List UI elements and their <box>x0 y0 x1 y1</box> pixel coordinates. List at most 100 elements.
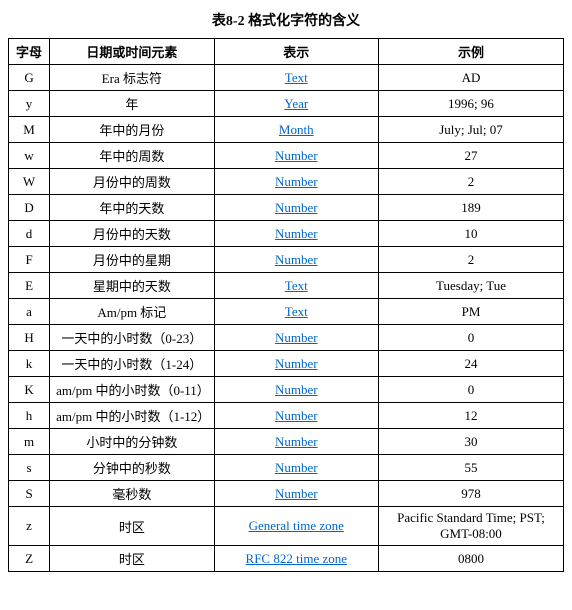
table-row: W月份中的周数Number2 <box>9 169 564 195</box>
cell-example: July; Jul; 07 <box>378 117 563 143</box>
cell-represent[interactable]: RFC 822 time zone <box>214 546 378 572</box>
cell-represent[interactable]: Month <box>214 117 378 143</box>
cell-example: 189 <box>378 195 563 221</box>
table-row: GEra 标志符TextAD <box>9 65 564 91</box>
cell-example: PM <box>378 299 563 325</box>
cell-element: Era 标志符 <box>50 65 214 91</box>
cell-represent[interactable]: Number <box>214 195 378 221</box>
cell-represent[interactable]: Number <box>214 403 378 429</box>
cell-element: 年 <box>50 91 214 117</box>
page-title: 表8-2 格式化字符的含义 <box>8 10 564 30</box>
cell-letter: E <box>9 273 50 299</box>
cell-example: 2 <box>378 169 563 195</box>
table-row: D年中的天数Number189 <box>9 195 564 221</box>
table-row: y年Year1996; 96 <box>9 91 564 117</box>
cell-letter: m <box>9 429 50 455</box>
cell-letter: z <box>9 507 50 546</box>
cell-example: AD <box>378 65 563 91</box>
cell-element: 小时中的分钟数 <box>50 429 214 455</box>
cell-element: 年中的天数 <box>50 195 214 221</box>
table-row: w年中的周数Number27 <box>9 143 564 169</box>
cell-element: 年中的周数 <box>50 143 214 169</box>
cell-letter: w <box>9 143 50 169</box>
cell-example: 1996; 96 <box>378 91 563 117</box>
cell-element: 时区 <box>50 507 214 546</box>
table-row: F月份中的星期Number2 <box>9 247 564 273</box>
cell-represent[interactable]: Number <box>214 143 378 169</box>
header-letter: 字母 <box>9 39 50 65</box>
cell-letter: D <box>9 195 50 221</box>
cell-example: 27 <box>378 143 563 169</box>
format-table: 字母 日期或时间元素 表示 示例 GEra 标志符TextADy年Year199… <box>8 38 564 572</box>
table-row: m小时中的分钟数Number30 <box>9 429 564 455</box>
cell-letter: d <box>9 221 50 247</box>
cell-letter: F <box>9 247 50 273</box>
cell-letter: h <box>9 403 50 429</box>
cell-example: 12 <box>378 403 563 429</box>
cell-letter: K <box>9 377 50 403</box>
table-header-row: 字母 日期或时间元素 表示 示例 <box>9 39 564 65</box>
table-row: H一天中的小时数（0-23）Number0 <box>9 325 564 351</box>
header-example: 示例 <box>378 39 563 65</box>
cell-example: 0 <box>378 377 563 403</box>
cell-element: Am/pm 标记 <box>50 299 214 325</box>
cell-letter: G <box>9 65 50 91</box>
table-row: Kam/pm 中的小时数（0-11）Number0 <box>9 377 564 403</box>
cell-letter: a <box>9 299 50 325</box>
cell-letter: M <box>9 117 50 143</box>
cell-example: 24 <box>378 351 563 377</box>
cell-represent[interactable]: Number <box>214 455 378 481</box>
cell-represent[interactable]: Number <box>214 351 378 377</box>
header-represent: 表示 <box>214 39 378 65</box>
header-element: 日期或时间元素 <box>50 39 214 65</box>
cell-letter: y <box>9 91 50 117</box>
cell-represent[interactable]: Number <box>214 481 378 507</box>
cell-example: Tuesday; Tue <box>378 273 563 299</box>
cell-letter: k <box>9 351 50 377</box>
cell-represent[interactable]: Number <box>214 325 378 351</box>
cell-element: 月份中的星期 <box>50 247 214 273</box>
cell-example: Pacific Standard Time; PST; GMT-08:00 <box>378 507 563 546</box>
cell-element: 一天中的小时数（0-23） <box>50 325 214 351</box>
cell-element: 一天中的小时数（1-24） <box>50 351 214 377</box>
table-row: aAm/pm 标记TextPM <box>9 299 564 325</box>
cell-represent[interactable]: Number <box>214 429 378 455</box>
cell-element: 毫秒数 <box>50 481 214 507</box>
table-row: k一天中的小时数（1-24）Number24 <box>9 351 564 377</box>
cell-represent[interactable]: Number <box>214 377 378 403</box>
cell-example: 10 <box>378 221 563 247</box>
cell-example: 2 <box>378 247 563 273</box>
table-row: Z时区RFC 822 time zone0800 <box>9 546 564 572</box>
cell-element: 月份中的天数 <box>50 221 214 247</box>
table-row: z时区General time zonePacific Standard Tim… <box>9 507 564 546</box>
table-row: M年中的月份MonthJuly; Jul; 07 <box>9 117 564 143</box>
table-row: S毫秒数Number978 <box>9 481 564 507</box>
cell-represent[interactable]: Number <box>214 169 378 195</box>
cell-element: am/pm 中的小时数（0-11） <box>50 377 214 403</box>
cell-element: 月份中的周数 <box>50 169 214 195</box>
cell-element: am/pm 中的小时数（1-12） <box>50 403 214 429</box>
cell-letter: Z <box>9 546 50 572</box>
cell-example: 0800 <box>378 546 563 572</box>
cell-represent[interactable]: Text <box>214 299 378 325</box>
cell-letter: s <box>9 455 50 481</box>
cell-example: 0 <box>378 325 563 351</box>
cell-represent[interactable]: Text <box>214 273 378 299</box>
table-row: ham/pm 中的小时数（1-12）Number12 <box>9 403 564 429</box>
table-row: s分钟中的秒数Number55 <box>9 455 564 481</box>
cell-example: 55 <box>378 455 563 481</box>
cell-letter: W <box>9 169 50 195</box>
cell-represent[interactable]: Text <box>214 65 378 91</box>
cell-letter: H <box>9 325 50 351</box>
cell-element: 分钟中的秒数 <box>50 455 214 481</box>
cell-example: 30 <box>378 429 563 455</box>
cell-element: 时区 <box>50 546 214 572</box>
cell-represent[interactable]: General time zone <box>214 507 378 546</box>
cell-element: 星期中的天数 <box>50 273 214 299</box>
table-row: d月份中的天数Number10 <box>9 221 564 247</box>
cell-represent[interactable]: Number <box>214 221 378 247</box>
cell-represent[interactable]: Year <box>214 91 378 117</box>
table-row: E星期中的天数TextTuesday; Tue <box>9 273 564 299</box>
cell-element: 年中的月份 <box>50 117 214 143</box>
cell-represent[interactable]: Number <box>214 247 378 273</box>
